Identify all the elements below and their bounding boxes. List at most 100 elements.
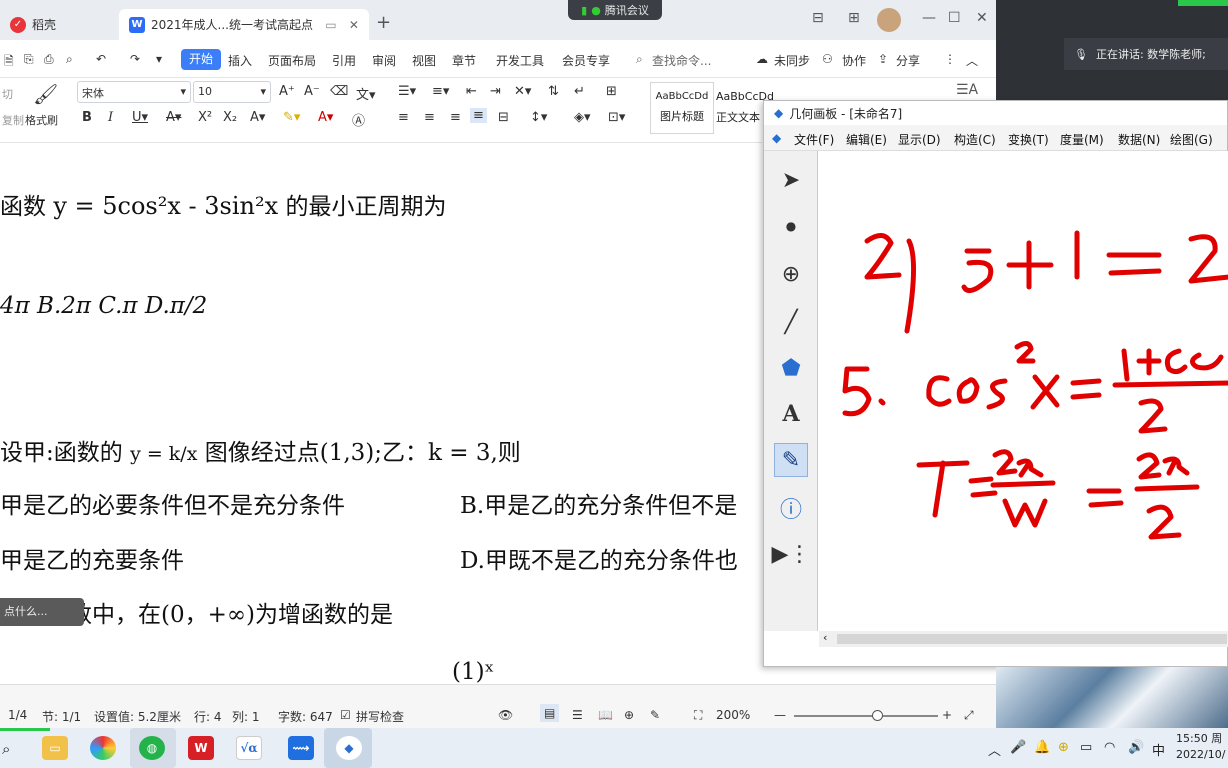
meeting-indicator[interactable]: ▮ ● 腾讯会议	[568, 0, 662, 20]
zoom-out-icon[interactable]: —	[774, 708, 786, 722]
layout-icon[interactable]: ⊟	[812, 10, 824, 26]
custom-tool-icon[interactable]: ▶⋮	[772, 537, 811, 571]
subscript-icon[interactable]: X₂	[223, 110, 237, 125]
document-page[interactable]: 函数 y = 5cos²x - 3sin²x 的最小正周期为 4π B.2π C…	[0, 143, 762, 684]
page-indicator[interactable]: 1/4	[8, 708, 27, 722]
share-button[interactable]: 分享	[896, 52, 920, 69]
info-tool-icon[interactable]: ⓘ	[774, 491, 808, 525]
meeting-app-icon[interactable]: ⟿	[288, 736, 314, 760]
minimize-icon[interactable]: —	[922, 10, 936, 26]
command-search-input[interactable]: 查找命令...	[652, 52, 711, 69]
sync-status[interactable]: 未同步	[774, 52, 810, 69]
zoom-level[interactable]: 200%	[716, 708, 750, 722]
show-marks-icon[interactable]: ↵	[574, 84, 585, 99]
tab-start[interactable]: 开始	[181, 49, 221, 70]
line-spacing-icon[interactable]: ↕▾	[530, 110, 547, 125]
math-editor-icon[interactable]: √α	[236, 736, 262, 760]
chinese-layout-icon[interactable]: ✕▾	[514, 84, 531, 99]
geometer-scrollbar[interactable]: ‹	[819, 631, 1228, 647]
ime-indicator[interactable]: 中	[1152, 740, 1165, 759]
word-count[interactable]: 字数: 647	[278, 708, 333, 725]
tab-daoke[interactable]: ✓ 稻壳	[0, 9, 115, 40]
underline-icon[interactable]: U▾	[132, 110, 148, 125]
cut-button[interactable]: 切	[2, 86, 13, 102]
tray-notify-icon[interactable]: 🔔	[1034, 740, 1050, 755]
zoom-in-icon[interactable]: +	[942, 708, 952, 722]
more-dropdown-icon[interactable]: ▾	[156, 52, 162, 66]
outline-view-icon[interactable]: ☰	[572, 708, 583, 722]
menu-reference[interactable]: 引用	[332, 52, 356, 69]
align-left-icon[interactable]: ≡	[398, 110, 409, 125]
distribute-icon[interactable]: ⊟	[498, 110, 509, 125]
assistant-tooltip[interactable]: 点什么...	[0, 598, 84, 626]
clock[interactable]: 15:50 周 2022/10/	[1176, 731, 1225, 763]
text-effect-icon[interactable]: A▾	[250, 110, 265, 125]
align-right-icon[interactable]: ≡	[450, 110, 461, 125]
geo-menu-data[interactable]: 数据(N)	[1118, 131, 1160, 148]
search-icon[interactable]: ⌕	[2, 740, 10, 758]
write-view-icon[interactable]: ✎	[650, 708, 660, 722]
grid-apps-icon[interactable]: ⊞	[848, 10, 860, 26]
table-grid-icon[interactable]: ⊞	[606, 84, 617, 99]
geometer-taskbar-icon[interactable]: ◆	[336, 736, 362, 760]
read-view-icon[interactable]: 📖	[598, 708, 613, 722]
geo-menu-transform[interactable]: 变换(T)	[1008, 131, 1049, 148]
undo-icon[interactable]: ↶	[96, 52, 106, 66]
shrink-font-icon[interactable]: A⁻	[304, 84, 320, 99]
tray-wifi-icon[interactable]: ◠	[1104, 740, 1115, 755]
text-tool-icon[interactable]: A	[774, 397, 808, 431]
sketch-canvas[interactable]	[819, 151, 1228, 631]
tab-window-icon[interactable]: ▭	[325, 18, 336, 32]
geo-menu-graph[interactable]: 绘图(G)	[1170, 131, 1213, 148]
pinyin-icon[interactable]: 文▾	[356, 84, 376, 103]
spellcheck-button[interactable]: 拼写检查	[356, 708, 404, 725]
superscript-icon[interactable]: X²	[198, 110, 212, 125]
align-center-icon[interactable]: ≡	[424, 110, 435, 125]
line-tool-icon[interactable]: ╱	[774, 305, 808, 339]
compass-tool-icon[interactable]: ⊕	[774, 257, 808, 291]
char-border-icon[interactable]: Ⓐ	[352, 110, 365, 129]
export-icon[interactable]: ⎘	[24, 52, 34, 67]
fullscreen-icon[interactable]: ⤢	[964, 708, 974, 723]
close-window-icon[interactable]: ✕	[976, 10, 988, 26]
more-options-icon[interactable]: ⋮	[944, 52, 956, 66]
menu-member[interactable]: 会员专享	[562, 52, 610, 69]
arrow-tool-icon[interactable]: ➤	[774, 163, 808, 197]
wechat-icon[interactable]: ◍	[139, 736, 165, 760]
wps-icon[interactable]: W	[188, 736, 214, 760]
grow-font-icon[interactable]: A⁺	[279, 84, 295, 99]
format-painter-button[interactable]: 格式刷	[25, 112, 58, 128]
save-icon[interactable]: 🗎	[4, 52, 14, 73]
font-name-select[interactable]: 宋体 ▾	[77, 81, 191, 103]
menu-insert[interactable]: 插入	[228, 52, 252, 69]
zoom-slider[interactable]	[794, 715, 938, 717]
styles-pane-icon[interactable]: ☰A	[956, 82, 978, 98]
numbered-list-icon[interactable]: ≡▾	[432, 84, 449, 99]
font-size-select[interactable]: 10 ▾	[193, 81, 271, 103]
tray-expand-icon[interactable]: ︿	[988, 740, 1001, 759]
point-tool-icon[interactable]: ●	[774, 209, 808, 243]
highlight-icon[interactable]: ✎▾	[283, 110, 300, 125]
justify-icon[interactable]: ≡	[470, 108, 487, 123]
avatar[interactable]	[877, 8, 901, 32]
collapse-ribbon-icon[interactable]: ︿	[966, 52, 978, 69]
print-icon[interactable]: ⎙	[44, 52, 54, 67]
tray-battery-icon[interactable]: ▭	[1080, 740, 1092, 755]
geo-menu-file[interactable]: 文件(F)	[794, 131, 834, 148]
scroll-left-icon[interactable]: ‹	[823, 631, 827, 644]
tray-volume-icon[interactable]: 🔊	[1128, 740, 1144, 755]
copy-button[interactable]: 复制	[2, 112, 24, 128]
geo-menu-measure[interactable]: 度量(M)	[1060, 131, 1104, 148]
maximize-icon[interactable]: ☐	[948, 10, 961, 26]
geo-menu-edit[interactable]: 编辑(E)	[846, 131, 887, 148]
menu-view[interactable]: 视图	[412, 52, 436, 69]
geo-menu-construct[interactable]: 构造(C)	[954, 131, 996, 148]
sort-icon[interactable]: ⇅	[548, 84, 559, 99]
tab-close-icon[interactable]: ✕	[349, 18, 359, 32]
font-color-icon[interactable]: A▾	[318, 110, 333, 125]
browser-icon[interactable]	[90, 736, 116, 760]
fit-page-icon[interactable]: ⛶	[694, 708, 702, 723]
polygon-tool-icon[interactable]: ⬟	[774, 351, 808, 385]
new-tab-button[interactable]: +	[376, 12, 391, 33]
eye-protect-icon[interactable]: 👁	[498, 708, 513, 722]
